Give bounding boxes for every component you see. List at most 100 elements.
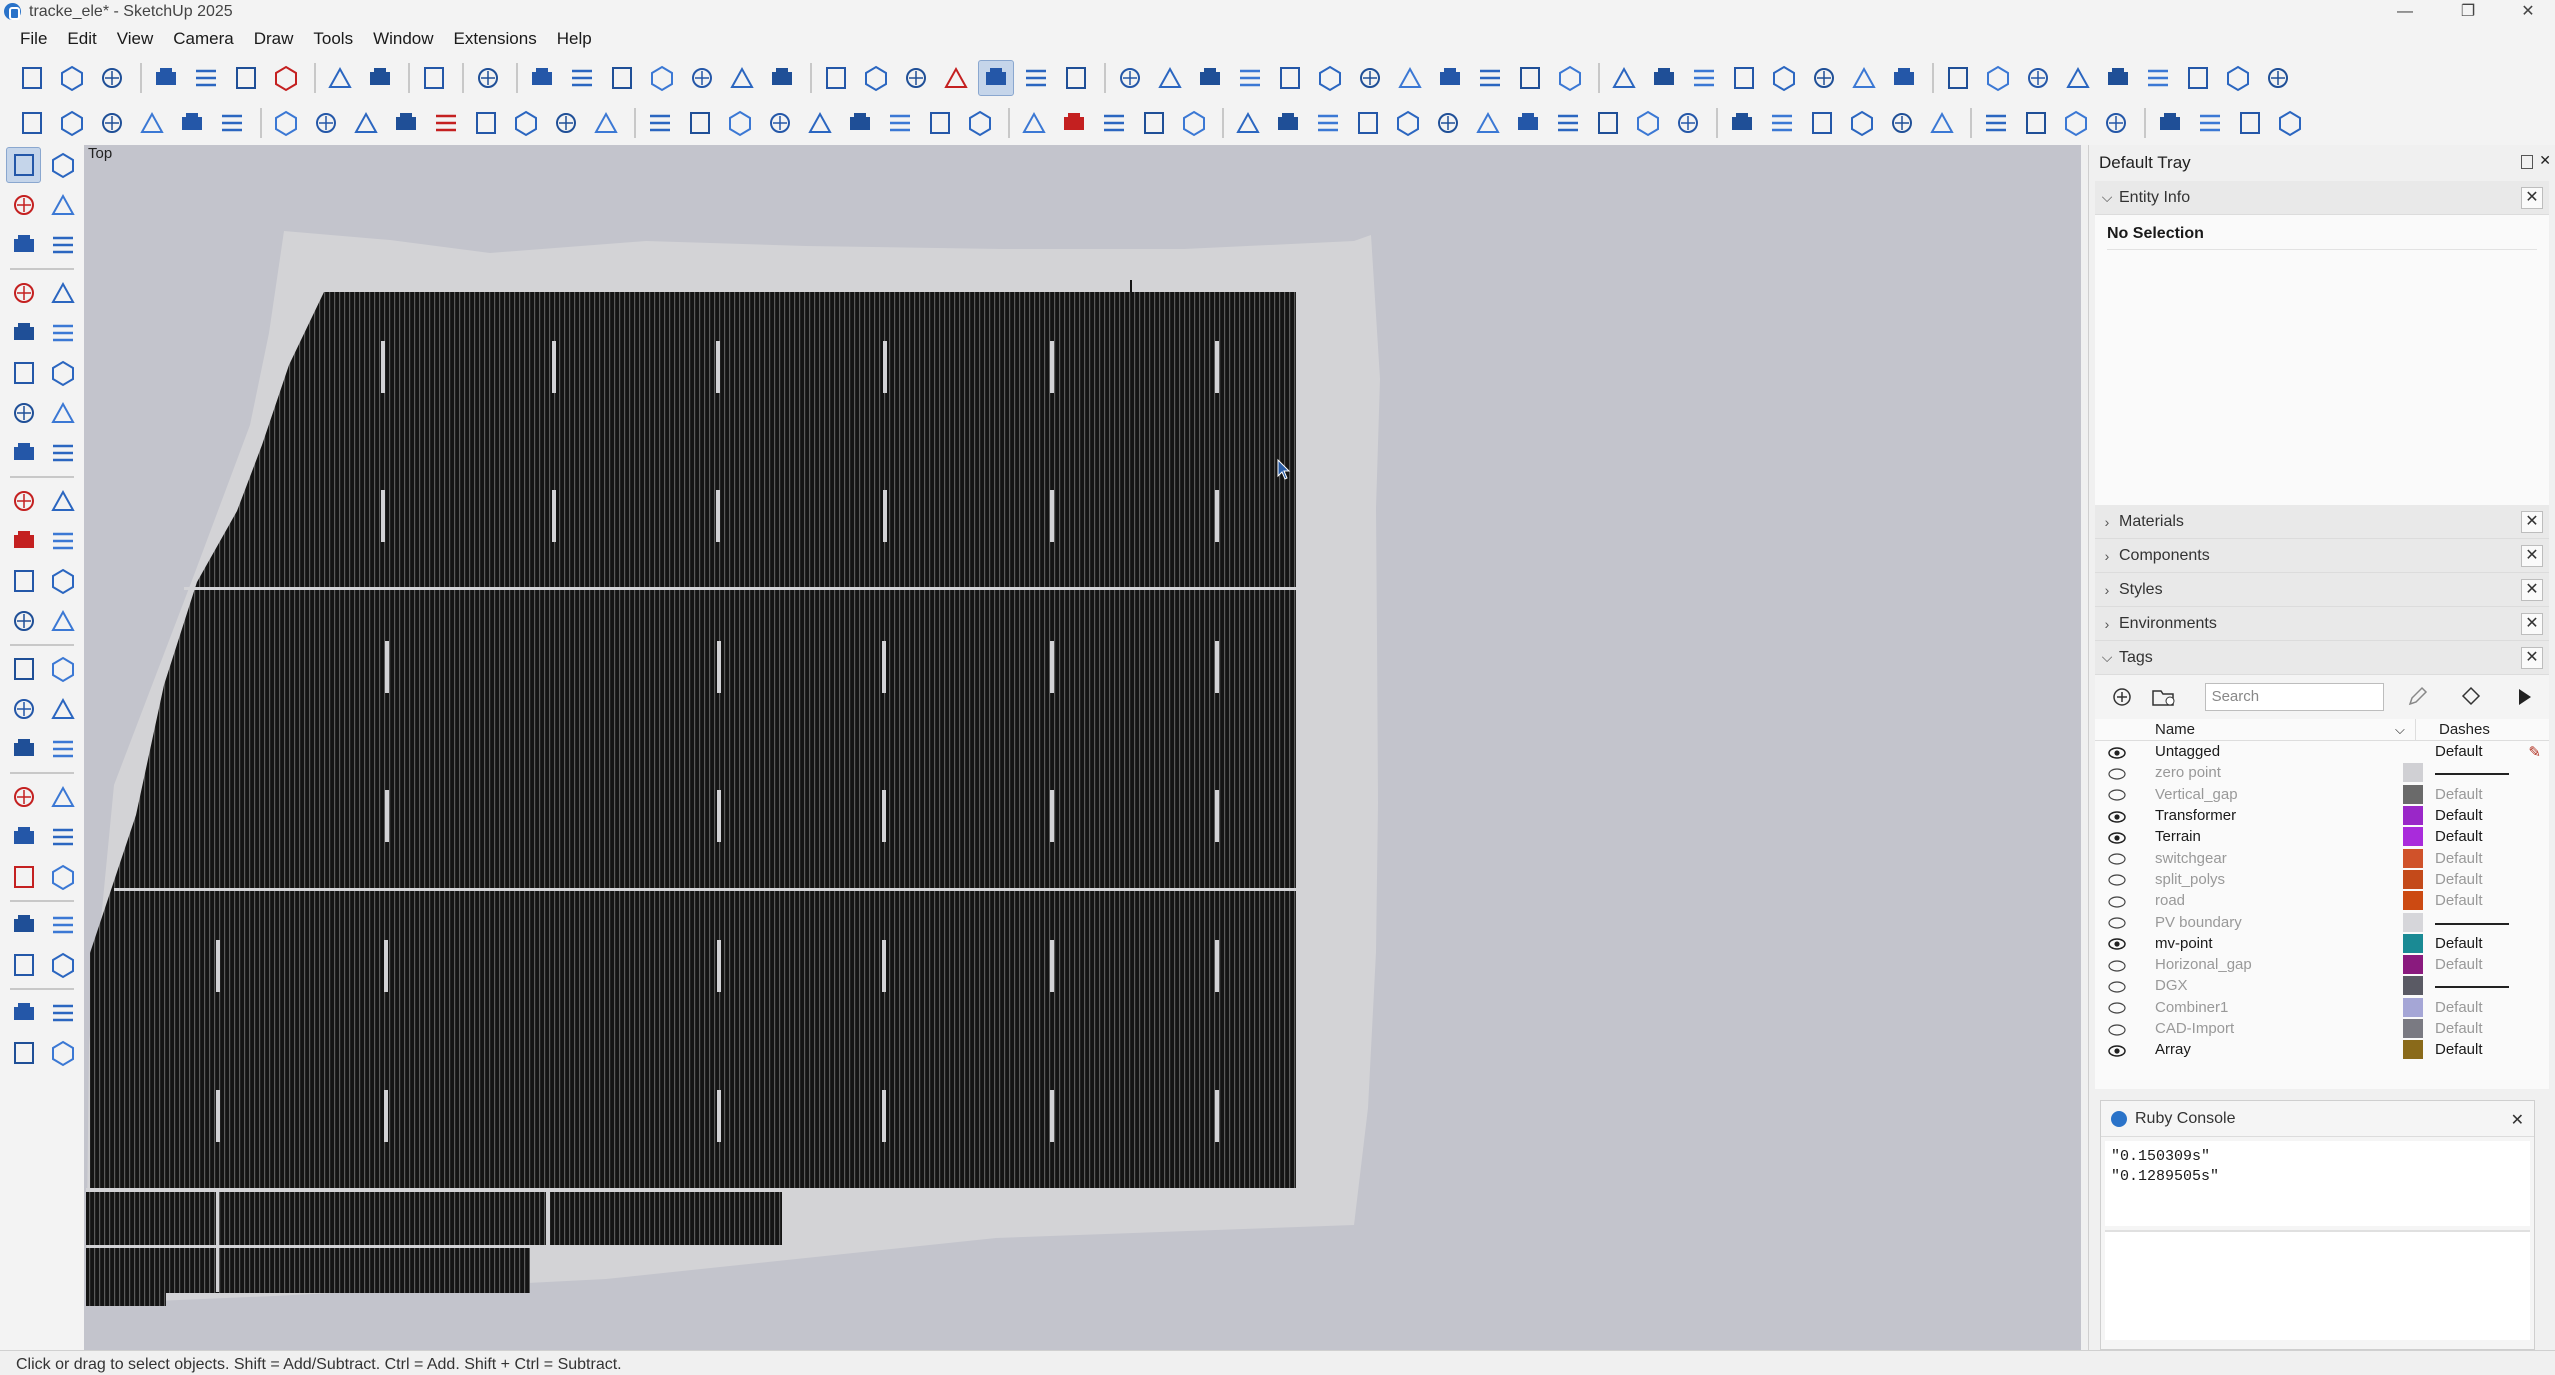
section-icon[interactable] [1552,60,1588,96]
sparkle-icon[interactable] [508,105,544,141]
database-icon[interactable] [1510,105,1546,141]
eye-hidden-icon[interactable] [2107,980,2127,993]
zoom-icon[interactable] [842,105,878,141]
terrain-icon[interactable] [174,105,210,141]
frame-icon[interactable] [134,105,170,141]
tray-pin-icon[interactable] [2521,155,2533,169]
hospital-icon[interactable] [1096,105,1132,141]
text-icon[interactable] [1152,60,1188,96]
shaded-icon[interactable] [978,59,1014,96]
entity-info-close-button[interactable]: ✕ [2521,187,2543,209]
tag-row[interactable]: split_polys Default [2095,869,2549,890]
tag-color-swatch[interactable] [2403,763,2423,783]
arrows-icon[interactable] [1766,60,1802,96]
tag-row[interactable]: zero point [2095,762,2549,783]
layers-icon[interactable] [6,1035,41,1071]
tag-color-swatch[interactable] [2403,848,2423,868]
eye-hidden-icon[interactable] [2107,1023,2127,1036]
cut-icon[interactable] [148,60,184,96]
copy-icon[interactable] [188,60,224,96]
box-move-icon[interactable] [1056,105,1092,141]
outliner-icon[interactable] [6,995,41,1031]
pan-hand-icon[interactable] [45,779,80,815]
panel-styles[interactable]: › Styles ✕ [2095,573,2549,607]
help-icon[interactable] [1844,105,1880,141]
right-view-icon[interactable] [644,60,680,96]
tag-color-swatch[interactable] [2403,1040,2423,1060]
tag-row[interactable]: switchgear Default [2095,847,2549,868]
ruby-console-close-button[interactable]: ✕ [2511,1110,2524,1130]
tower-icon[interactable] [1232,60,1268,96]
menu-icon[interactable] [14,105,50,141]
tag-color-swatch[interactable] [2403,806,2423,826]
ruby-console-input[interactable] [2105,1230,2530,1340]
tag-color-swatch[interactable] [2403,997,2423,1017]
clipboard-icon[interactable] [1670,105,1706,141]
circle-icon[interactable] [6,355,41,391]
add-tag-folder-icon[interactable] [2147,679,2181,715]
maximize-button[interactable]: ❐ [2448,0,2488,23]
scale-icon[interactable] [6,563,41,599]
rotate-icon[interactable] [2260,60,2296,96]
walk-icon[interactable] [6,907,41,943]
tag-dash[interactable]: Default [2435,1041,2509,1058]
tag-pencil-icon[interactable] [2400,679,2434,715]
zoom-tool-icon[interactable] [6,819,41,855]
solid-icon[interactable] [45,995,80,1031]
column-icon[interactable] [268,105,304,141]
freehand-icon[interactable] [45,275,80,311]
tag-dash[interactable]: Default [2435,828,2509,845]
trash-icon[interactable] [428,105,464,141]
panel-flat-icon[interactable] [388,105,424,141]
entity-info-header[interactable]: ⌵ Entity Info ✕ [2095,181,2549,215]
left-view-icon[interactable] [724,60,760,96]
rotated-rect-icon[interactable] [45,315,80,351]
cloud-icon[interactable] [1136,105,1172,141]
settings-multi-icon[interactable] [1764,105,1800,141]
panel-close-button[interactable]: ✕ [2521,545,2543,567]
refresh-icon[interactable] [1924,105,1960,141]
stack-icon[interactable] [1978,105,2014,141]
mirror-icon[interactable] [45,603,80,639]
panel-close-button[interactable]: ✕ [2521,613,2543,635]
followme-icon[interactable] [45,523,80,559]
tag-row[interactable]: Terrain Default [2095,826,2549,847]
eye-icon[interactable] [2107,746,2127,759]
display-icon[interactable] [682,105,718,141]
tag-dash[interactable]: Default [2435,1020,2509,1037]
menu-help[interactable]: Help [547,29,602,49]
tag-dash-line[interactable] [2435,914,2509,931]
loss-icon[interactable] [2018,105,2054,141]
tags-close-button[interactable]: ✕ [2521,647,2543,669]
tag-color-swatch[interactable] [2403,912,2423,932]
tag-dash[interactable]: Default [2435,999,2509,1016]
eye-hidden-icon[interactable] [2107,767,2127,780]
zoom-extents-icon[interactable] [6,859,41,895]
tag-dash[interactable]: Default [2435,786,2509,803]
pushpull-icon[interactable] [45,483,80,519]
upload-icon[interactable] [1884,105,1920,141]
spark-icon[interactable] [548,105,584,141]
panel-grid-icon[interactable] [348,105,384,141]
tag-dash[interactable]: Default [2435,807,2509,824]
tag-row[interactable]: Array Default [2095,1039,2549,1060]
hide-icon[interactable] [1512,60,1548,96]
front-view-icon[interactable] [604,60,640,96]
edit-icon[interactable] [1726,60,1762,96]
print-icon[interactable] [416,60,452,96]
tags-search-input[interactable]: Search [2204,683,2384,711]
back-view-icon[interactable] [684,60,720,96]
zoom-window-icon[interactable] [45,819,80,855]
lock-icon[interactable] [1846,60,1882,96]
ground-icon[interactable] [882,105,918,141]
paste-icon[interactable] [228,60,264,96]
grid-icon[interactable] [1392,60,1428,96]
sun-icon[interactable] [54,105,90,141]
expand-icon[interactable] [2140,60,2176,96]
panel-materials[interactable]: › Materials ✕ [2095,505,2549,539]
tripod-icon[interactable] [1016,105,1052,141]
menu-edit[interactable]: Edit [57,29,106,49]
shaded-textures-icon[interactable] [1018,60,1054,96]
menu-window[interactable]: Window [363,29,443,49]
panel-icon[interactable] [308,105,344,141]
